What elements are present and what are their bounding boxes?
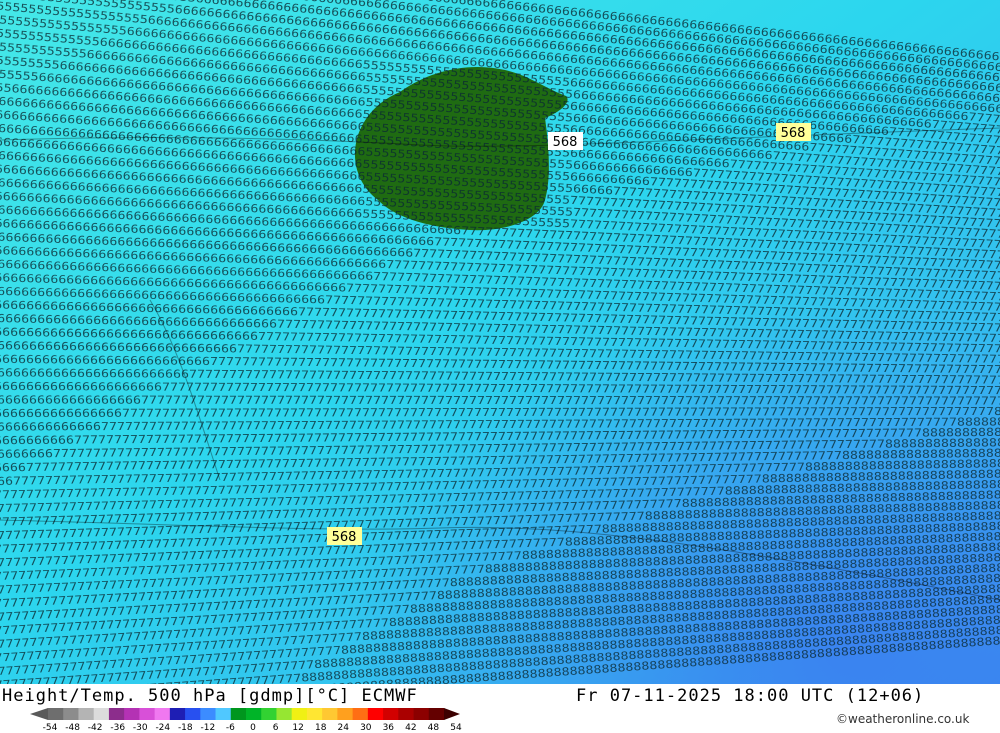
- legend-tick-label: 24: [337, 723, 349, 732]
- legend-swatch: [139, 708, 156, 720]
- legend-arrow-right: [444, 708, 460, 720]
- legend-swatch: [413, 708, 430, 720]
- legend-tick-label: 54: [450, 723, 462, 732]
- legend-swatch: [169, 708, 186, 720]
- legend-tick-label: -48: [65, 723, 80, 732]
- legend-swatch: [230, 708, 247, 720]
- contour-glyph-layer: 5555555555555555555555555555556666666666…: [0, 0, 1000, 684]
- legend-tick-label: 18: [315, 723, 327, 732]
- legend-tick-label: -18: [178, 723, 193, 732]
- legend-swatch: [124, 708, 140, 720]
- legend-swatch: [246, 708, 262, 720]
- credit-link[interactable]: ©weatheronline.co.uk: [836, 712, 969, 726]
- legend-tick-label: 48: [428, 723, 440, 732]
- legend-tick-label: -30: [133, 723, 148, 732]
- legend-swatch: [108, 708, 125, 720]
- legend-tick-label: 42: [405, 723, 416, 732]
- legend-tick-label: -36: [110, 723, 125, 732]
- legend-tick-label: 0: [250, 723, 256, 732]
- legend-swatch: [93, 708, 110, 720]
- legend-swatch: [398, 708, 414, 720]
- legend-swatches: [30, 708, 460, 720]
- map-footer: Height/Temp. 500 hPa [gdmp][°C] ECMWF Fr…: [0, 684, 1000, 733]
- legend-swatch: [200, 708, 216, 720]
- legend-swatch: [154, 708, 171, 720]
- legend-swatch: [291, 708, 308, 720]
- contour-label-2-text: 568: [781, 126, 806, 141]
- legend-tick-label: -24: [155, 723, 170, 732]
- legend-swatch: [322, 708, 338, 720]
- legend-swatch: [215, 708, 232, 720]
- contour-label-3-text: 568: [332, 530, 357, 545]
- legend-swatch: [367, 708, 384, 720]
- legend-ticks: -54 -48 -42 -36 -30 -24 -18 -12 -6 0 6 12 18 24 30 36 42…: [43, 723, 462, 732]
- legend-tick-label: -12: [201, 723, 216, 732]
- contour-label-1-text: 568: [553, 135, 578, 150]
- contour-label-2: 568: [776, 123, 811, 141]
- legend-swatch: [337, 708, 354, 720]
- legend-tick-label: 6: [273, 723, 279, 732]
- legend-swatch: [383, 708, 399, 720]
- map-title: Height/Temp. 500 hPa [gdmp][°C] ECMWF: [2, 686, 418, 706]
- legend-swatch: [185, 708, 201, 720]
- legend-arrow-left: [30, 708, 48, 720]
- legend-tick-label: -42: [88, 723, 103, 732]
- legend-swatch: [63, 708, 79, 720]
- contour-label-1: 568: [548, 132, 583, 150]
- legend-tick-label: 36: [383, 723, 395, 732]
- color-legend: -54 -48 -42 -36 -30 -24 -18 -12 -6 0 6 12 18 24 30 36 42…: [30, 708, 462, 732]
- contour-label-3: 568: [327, 527, 362, 545]
- legend-swatch: [306, 708, 323, 720]
- weather-map: 5555555555555555555555555555556666666666…: [0, 0, 1000, 684]
- valid-time: Fr 07-11-2025 18:00 UTC (12+06): [576, 686, 925, 706]
- legend-swatch: [261, 708, 277, 720]
- map-canvas: 5555555555555555555555555555556666666666…: [0, 0, 1000, 684]
- legend-swatch: [352, 708, 369, 720]
- legend-swatch: [276, 708, 293, 720]
- legend-swatch: [428, 708, 445, 720]
- legend-tick-label: -6: [226, 723, 235, 732]
- legend-swatch: [78, 708, 95, 720]
- legend-swatch: [48, 708, 64, 720]
- legend-tick-label: 30: [360, 723, 372, 732]
- legend-tick-label: 12: [292, 723, 303, 732]
- legend-tick-label: -54: [43, 723, 58, 732]
